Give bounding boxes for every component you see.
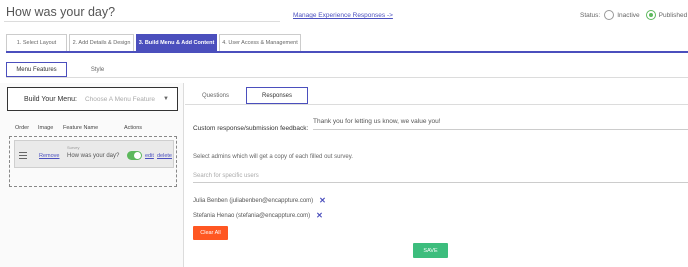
- remove-image-link[interactable]: Remove: [39, 153, 59, 159]
- content-tabs: Questions Responses: [185, 87, 308, 104]
- radio-inactive[interactable]: [604, 10, 615, 20]
- step-build-menu[interactable]: 3. Build Menu & Add Content: [136, 34, 217, 51]
- menu-dropzone[interactable]: Remove Survey How was your day? edit del…: [9, 136, 177, 187]
- status-inactive-option[interactable]: Inactive: [604, 10, 640, 20]
- feature-toggle[interactable]: [127, 151, 142, 160]
- caret-down-icon: ▼: [163, 96, 169, 102]
- selected-user-name: Stefania Henao (stefania@encappture.com): [193, 213, 311, 219]
- build-menu-label: Build Your Menu:: [24, 95, 77, 103]
- feature-name: How was your day?: [67, 153, 120, 159]
- status-group: Status: Inactive Published: [580, 10, 688, 20]
- col-image: Image: [38, 125, 54, 131]
- status-inactive-label: Inactive: [617, 11, 640, 19]
- col-feature-name: Feature Name: [63, 125, 99, 131]
- tab-menu-features[interactable]: Menu Features: [6, 62, 67, 77]
- menu-table: Order Image Feature Name Actions Remove …: [7, 117, 177, 189]
- admins-label: Select admins which will get a copy of e…: [193, 154, 353, 160]
- subtabs-divider: [6, 77, 688, 78]
- edit-link[interactable]: edit: [145, 153, 154, 159]
- menu-feature-select[interactable]: Build Your Menu: Choose A Menu Feature ▼: [7, 87, 178, 111]
- save-button[interactable]: SAVE: [413, 243, 448, 258]
- status-label: Status:: [580, 11, 601, 19]
- col-order: Order: [15, 125, 30, 131]
- sub-tabs: Menu Features Style: [6, 62, 128, 77]
- selected-user-row: Stefania Henao (stefania@encappture.com)…: [193, 212, 323, 220]
- steps-underline: [6, 51, 688, 53]
- remove-user-icon[interactable]: ✕: [316, 212, 323, 220]
- panel-divider: [183, 83, 184, 267]
- manage-responses-link[interactable]: Manage Experience Responses ->: [293, 12, 393, 19]
- menu-feature-placeholder: Choose A Menu Feature: [84, 95, 156, 103]
- status-published-option[interactable]: Published: [645, 10, 688, 20]
- step-tabs: 1. Select Layout 2. Add Details & Design…: [6, 34, 303, 51]
- col-actions: Actions: [124, 125, 143, 131]
- remove-user-icon[interactable]: ✕: [319, 197, 326, 205]
- custom-response-label: Custom response/submission feedback:: [193, 125, 309, 132]
- step-add-details[interactable]: 2. Add Details & Design: [69, 34, 134, 51]
- selected-user-name: Julia Benben (juliabenben@encappture.com…: [193, 198, 314, 204]
- drag-handle-icon[interactable]: [19, 152, 27, 161]
- step-select-layout[interactable]: 1. Select Layout: [6, 34, 67, 51]
- menu-item-row[interactable]: Remove Survey How was your day? edit del…: [14, 140, 174, 168]
- custom-response-input[interactable]: Thank you for letting us know, we value …: [313, 116, 688, 130]
- step-user-access[interactable]: 4. User Access & Management: [219, 34, 301, 51]
- selected-user-row: Julia Benben (juliabenben@encappture.com…: [193, 197, 326, 205]
- status-published-label: Published: [658, 11, 688, 19]
- experience-title-input[interactable]: How was your day?: [4, 4, 280, 22]
- tab-questions[interactable]: Questions: [185, 87, 246, 104]
- tab-responses[interactable]: Responses: [246, 87, 308, 104]
- clear-all-button[interactable]: Clear All: [193, 226, 228, 240]
- delete-link[interactable]: delete: [157, 153, 172, 159]
- menu-table-header: Order Image Feature Name Actions: [7, 125, 171, 131]
- radio-published[interactable]: [645, 10, 656, 20]
- tab-style[interactable]: Style: [67, 62, 128, 77]
- content-tabs-divider: [185, 104, 688, 105]
- feature-type-label: Survey: [67, 145, 80, 150]
- user-search-input[interactable]: Search for specific users: [193, 170, 688, 183]
